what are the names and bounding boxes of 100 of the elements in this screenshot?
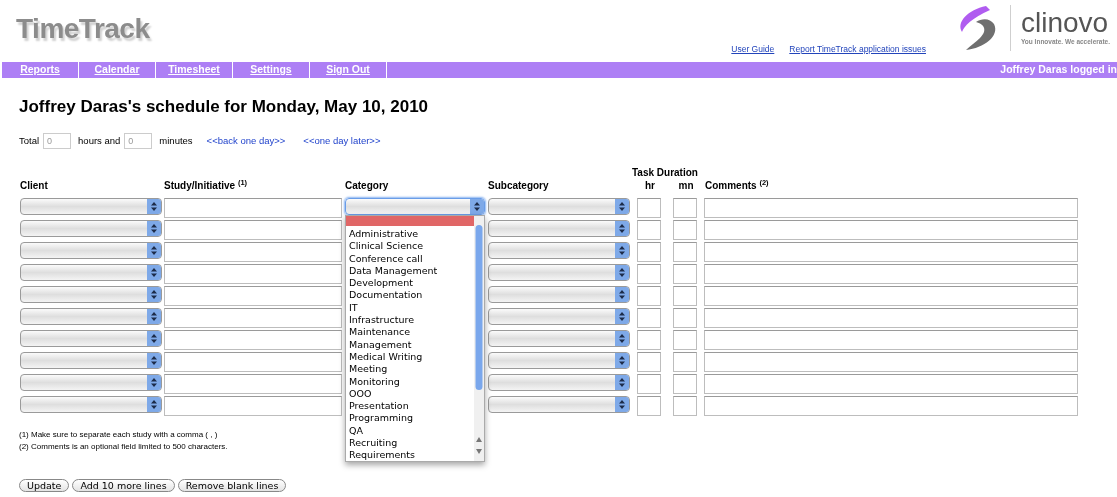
dropdown-option[interactable]: Data Management: [346, 264, 474, 278]
select-field[interactable]: [488, 220, 630, 237]
updown-arrows-icon: [615, 331, 629, 346]
form-button[interactable]: Add 10 more lines: [72, 479, 175, 492]
input-field[interactable]: [164, 374, 342, 394]
dropdown-option[interactable]: Monitoring: [346, 375, 474, 388]
input-field[interactable]: [704, 242, 1078, 262]
select-field[interactable]: [488, 198, 630, 215]
dropdown-option[interactable]: OOO: [346, 387, 474, 401]
input-field[interactable]: [673, 308, 697, 328]
input-field[interactable]: [164, 198, 342, 218]
dropdown-option[interactable]: QA: [346, 424, 474, 438]
input-field[interactable]: [637, 242, 661, 262]
dropdown-option[interactable]: Development: [346, 277, 474, 290]
header-link[interactable]: Report TimeTrack application issues: [789, 43, 926, 56]
input-field[interactable]: [673, 242, 697, 262]
select-field[interactable]: [488, 330, 630, 347]
brand-name: clinovo: [1021, 9, 1110, 38]
input-field[interactable]: [704, 286, 1078, 306]
dropdown-option[interactable]: Meeting: [346, 363, 474, 376]
input-field[interactable]: [704, 396, 1078, 416]
input-field[interactable]: [164, 396, 342, 416]
input-field[interactable]: [673, 330, 697, 350]
dropdown-option[interactable]: Administrative: [346, 228, 474, 241]
select-field[interactable]: [488, 308, 630, 325]
input-field[interactable]: [704, 308, 1078, 328]
select-field[interactable]: [20, 330, 162, 347]
input-field[interactable]: [637, 286, 661, 306]
column-header: Client: [20, 179, 49, 193]
minutes-label: minutes: [159, 133, 193, 148]
updown-arrows-icon: [615, 309, 629, 324]
select-field[interactable]: [488, 242, 630, 259]
select-field[interactable]: [20, 220, 162, 237]
input-field[interactable]: [704, 330, 1078, 350]
form-button[interactable]: Remove blank lines: [177, 479, 287, 492]
input-field[interactable]: [637, 308, 661, 328]
dropdown-option[interactable]: Recruiting: [346, 437, 474, 450]
input-field[interactable]: [637, 374, 661, 394]
select-field[interactable]: [20, 286, 162, 303]
input-field[interactable]: [637, 352, 661, 372]
input-field[interactable]: [637, 198, 661, 218]
select-field[interactable]: [488, 374, 630, 391]
updown-arrows-icon: [147, 397, 161, 412]
app-logo-title: TimeTrack: [16, 12, 150, 46]
input-field[interactable]: [673, 374, 697, 394]
dropdown-option[interactable]: Maintenance: [346, 326, 474, 339]
select-field[interactable]: [488, 264, 630, 281]
dropdown-option[interactable]: Requirements: [346, 449, 474, 461]
select-field[interactable]: [488, 352, 630, 369]
dropdown-option[interactable]: Clinical Science: [346, 240, 474, 253]
dropdown-option[interactable]: IT: [346, 301, 474, 315]
dropdown-option[interactable]: Infrastructure: [346, 314, 474, 327]
back-day-link[interactable]: <<back one day>>: [206, 133, 286, 149]
input-field[interactable]: [164, 352, 342, 372]
input-field[interactable]: [164, 308, 342, 328]
select-field[interactable]: [345, 198, 485, 215]
dropdown-option[interactable]: Conference call: [346, 252, 474, 265]
header-link[interactable]: User Guide: [731, 43, 775, 56]
dropdown-option[interactable]: Programming: [346, 412, 474, 425]
input-field[interactable]: [673, 286, 697, 306]
input-field[interactable]: [164, 242, 342, 262]
input-field[interactable]: [637, 220, 661, 240]
select-field[interactable]: [20, 308, 162, 325]
input-field[interactable]: [673, 220, 697, 240]
input-field[interactable]: [673, 198, 697, 218]
input-field[interactable]: [704, 352, 1078, 372]
input-field[interactable]: [164, 330, 342, 350]
input-field[interactable]: [637, 264, 661, 284]
input-field[interactable]: [673, 396, 697, 416]
dropdown-option[interactable]: Presentation: [346, 400, 474, 413]
select-field[interactable]: [20, 374, 162, 391]
updown-arrows-icon: [147, 265, 161, 280]
column-header: Comments $^{(2)}$: [705, 178, 769, 193]
input-field[interactable]: [164, 264, 342, 284]
scrollbar[interactable]: [474, 216, 484, 461]
input-field[interactable]: [164, 220, 342, 240]
select-field[interactable]: [488, 396, 630, 413]
select-field[interactable]: [20, 352, 162, 369]
input-field[interactable]: [637, 330, 661, 350]
select-field[interactable]: [20, 264, 162, 281]
updown-arrows-icon: [615, 199, 629, 214]
input-field[interactable]: [704, 264, 1078, 284]
input-field[interactable]: [673, 264, 697, 284]
group-heading: Task Duration: [632, 165, 698, 180]
form-button[interactable]: Update: [19, 479, 70, 492]
input-field[interactable]: [164, 286, 342, 306]
dropdown-option[interactable]: Management: [346, 338, 474, 351]
input-field[interactable]: [704, 198, 1078, 218]
input-field[interactable]: [637, 396, 661, 416]
next-day-link[interactable]: <<one day later>>: [303, 133, 381, 149]
dropdown-option[interactable]: Documentation: [346, 289, 474, 302]
updown-arrows-icon: [615, 397, 629, 412]
select-field[interactable]: [488, 286, 630, 303]
input-field[interactable]: [704, 220, 1078, 240]
input-field[interactable]: [704, 374, 1078, 394]
select-field[interactable]: [20, 198, 162, 215]
input-field[interactable]: [673, 352, 697, 372]
select-field[interactable]: [20, 242, 162, 259]
select-field[interactable]: [20, 396, 162, 413]
dropdown-option[interactable]: Medical Writing: [346, 350, 474, 364]
